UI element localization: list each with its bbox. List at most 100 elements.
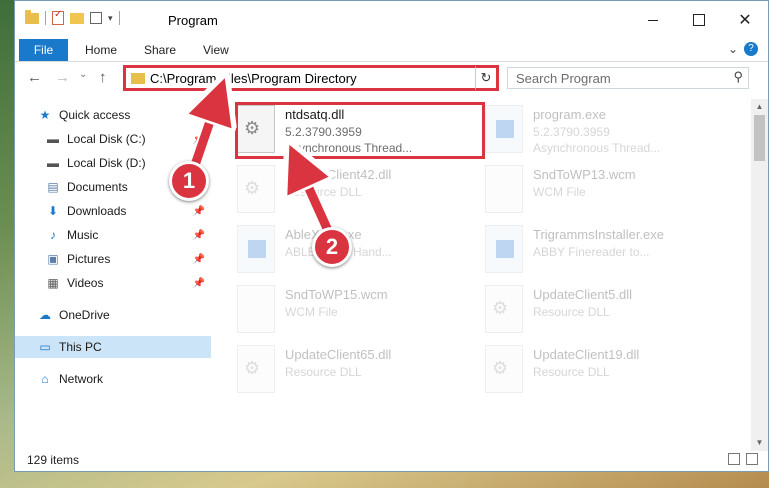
up-button[interactable]: ↑ <box>99 69 107 86</box>
file-item[interactable]: TrigrammsInstaller.exe ABBY Finereader t… <box>485 225 725 281</box>
download-arrow-icon: ⬇ <box>47 204 59 218</box>
sidebar-item-this-pc[interactable]: ▭ This PC <box>15 336 211 358</box>
sidebar-item-onedrive[interactable]: ☁ OneDrive <box>37 304 211 326</box>
network-icon: ⌂ <box>41 372 49 386</box>
star-icon: ★ <box>39 108 51 122</box>
sidebar-item-label: Music <box>67 228 99 242</box>
step-2-badge: 2 <box>312 227 352 267</box>
file-description: ABBY Finereader to... <box>533 245 650 259</box>
sidebar-item-label: Pictures <box>67 252 111 266</box>
minimize-button[interactable] <box>630 1 676 39</box>
sidebar-item-network[interactable]: ⌂ Network <box>37 368 211 390</box>
sidebar-item-videos[interactable]: ▦ Videos 📌 <box>45 272 211 294</box>
sidebar-item-label: This PC <box>59 340 102 354</box>
dll-file-icon: ⚙ <box>237 165 275 213</box>
computer-icon: ▭ <box>39 340 51 354</box>
sidebar-item-label: Network <box>59 372 104 386</box>
drive-icon: ▬ <box>47 156 59 170</box>
gear-icon: ⚙ <box>244 358 261 378</box>
customize-dropdown-icon[interactable]: ▾ <box>108 13 113 24</box>
sidebar-item-pictures[interactable]: ▣ Pictures 📌 <box>45 248 211 270</box>
sidebar-item-label: OneDrive <box>59 308 110 322</box>
scroll-up-icon[interactable]: ▲ <box>751 99 768 115</box>
file-item[interactable]: AbleXXX.exe ABLE Event Hand... <box>237 225 477 281</box>
close-button[interactable]: ✕ <box>722 1 768 39</box>
new-folder-icon[interactable] <box>70 12 84 24</box>
file-item[interactable]: SndToWP13.wcm WCM File <box>485 165 725 221</box>
document-icon: ▤ <box>47 180 59 194</box>
view-icon[interactable] <box>90 12 102 24</box>
file-type: Resource DLL <box>533 365 610 379</box>
vertical-scrollbar[interactable]: ▲ ▼ <box>751 99 768 451</box>
sidebar-item-downloads[interactable]: ⬇ Downloads 📌 <box>45 200 211 222</box>
window-title: Program <box>168 13 218 28</box>
properties-icon[interactable] <box>52 9 64 25</box>
sidebar-item-label: Local Disk (D:) <box>67 156 146 170</box>
file-icon <box>485 165 523 213</box>
minimize-icon <box>648 19 658 21</box>
recent-dropdown-icon[interactable]: ⌄ <box>79 69 87 80</box>
picture-icon: ▣ <box>47 252 59 266</box>
file-type: WCM File <box>285 305 338 319</box>
search-icon[interactable]: ⚲ <box>733 69 743 85</box>
pin-icon[interactable]: 📌 <box>193 206 205 217</box>
file-name: TrigrammsInstaller.exe <box>533 227 664 242</box>
help-icon[interactable]: ? <box>744 42 758 56</box>
file-item[interactable]: ⚙ UpdateClient65.dll Resource DLL <box>237 345 477 401</box>
tab-view[interactable]: View <box>203 39 229 61</box>
sidebar-item-label: Quick access <box>59 108 131 122</box>
file-item[interactable]: ⚙ UpdateClient5.dll Resource DLL <box>485 285 725 341</box>
dll-file-icon: ⚙ <box>485 345 523 393</box>
file-name: UpdateClient5.dll <box>533 287 633 302</box>
step-1-badge: 1 <box>169 161 209 201</box>
ribbon-tabs: File Home Share View ⌄ ? <box>15 39 768 62</box>
file-item[interactable]: ⚙ UpdateClient42.dll Resource DLL <box>237 165 477 221</box>
back-button[interactable]: ← <box>27 69 42 86</box>
tab-share[interactable]: Share <box>144 39 176 61</box>
file-icon <box>237 285 275 333</box>
gear-icon: ⚙ <box>492 358 509 378</box>
forward-button[interactable]: → <box>55 69 70 86</box>
file-type: WCM File <box>533 185 586 199</box>
pin-icon[interactable]: 📌 <box>193 134 205 145</box>
large-icons-view-icon[interactable] <box>746 453 758 465</box>
file-item[interactable]: SndToWP15.wcm WCM File <box>237 285 477 341</box>
gear-icon: ⚙ <box>492 298 509 318</box>
music-note-icon: ♪ <box>50 228 56 242</box>
file-item-program-exe[interactable]: program.exe 5.2.3790.3959 Asynchronous T… <box>485 105 725 161</box>
sidebar-item-local-disk-c[interactable]: ▬ Local Disk (C:) 📌 <box>45 128 211 150</box>
pin-icon[interactable]: 📌 <box>193 278 205 289</box>
file-item[interactable]: ⚙ UpdateClient19.dll Resource DLL <box>485 345 725 401</box>
address-path[interactable]: C:\Program Files\Program Directory <box>150 71 357 86</box>
video-icon: ▦ <box>47 276 59 290</box>
sidebar-item-quick-access[interactable]: ★ Quick access <box>37 104 211 126</box>
dll-file-icon: ⚙ <box>485 285 523 333</box>
file-name: SndToWP13.wcm <box>533 167 636 182</box>
address-bar[interactable]: C:\Program Files\Program Directory ⌄ <box>123 65 494 91</box>
explorer-window: ▾ Program ✕ File Home Share View ⌄ ? ← →… <box>14 0 769 472</box>
sidebar-item-label: Local Disk (C:) <box>67 132 146 146</box>
maximize-button[interactable] <box>676 1 722 39</box>
folder-icon <box>25 9 39 24</box>
file-type: Resource DLL <box>285 185 362 199</box>
file-name: SndToWP15.wcm <box>285 287 388 302</box>
sidebar-item-music[interactable]: ♪ Music 📌 <box>45 224 211 246</box>
search-input[interactable]: Search Program ⚲ <box>507 67 749 89</box>
maximize-icon <box>693 14 705 26</box>
pin-icon[interactable]: 📌 <box>193 254 205 265</box>
pin-icon[interactable]: 📌 <box>193 230 205 241</box>
status-bar: 129 items <box>15 449 768 471</box>
refresh-button[interactable]: ↻ <box>475 65 499 91</box>
toolbar-divider <box>118 11 120 25</box>
tab-home[interactable]: Home <box>85 39 117 61</box>
sidebar-item-label: Downloads <box>67 204 127 218</box>
title-bar: ▾ Program ✕ <box>15 1 768 39</box>
file-name: UpdateClient42.dll <box>285 167 392 182</box>
scrollbar-thumb[interactable] <box>754 115 765 161</box>
details-view-icon[interactable] <box>728 453 740 465</box>
tab-file[interactable]: File <box>19 39 68 61</box>
gear-icon: ⚙ <box>244 178 261 198</box>
expand-ribbon-icon[interactable]: ⌄ <box>728 42 738 56</box>
exe-file-icon <box>485 225 523 273</box>
exe-file-icon <box>237 225 275 273</box>
